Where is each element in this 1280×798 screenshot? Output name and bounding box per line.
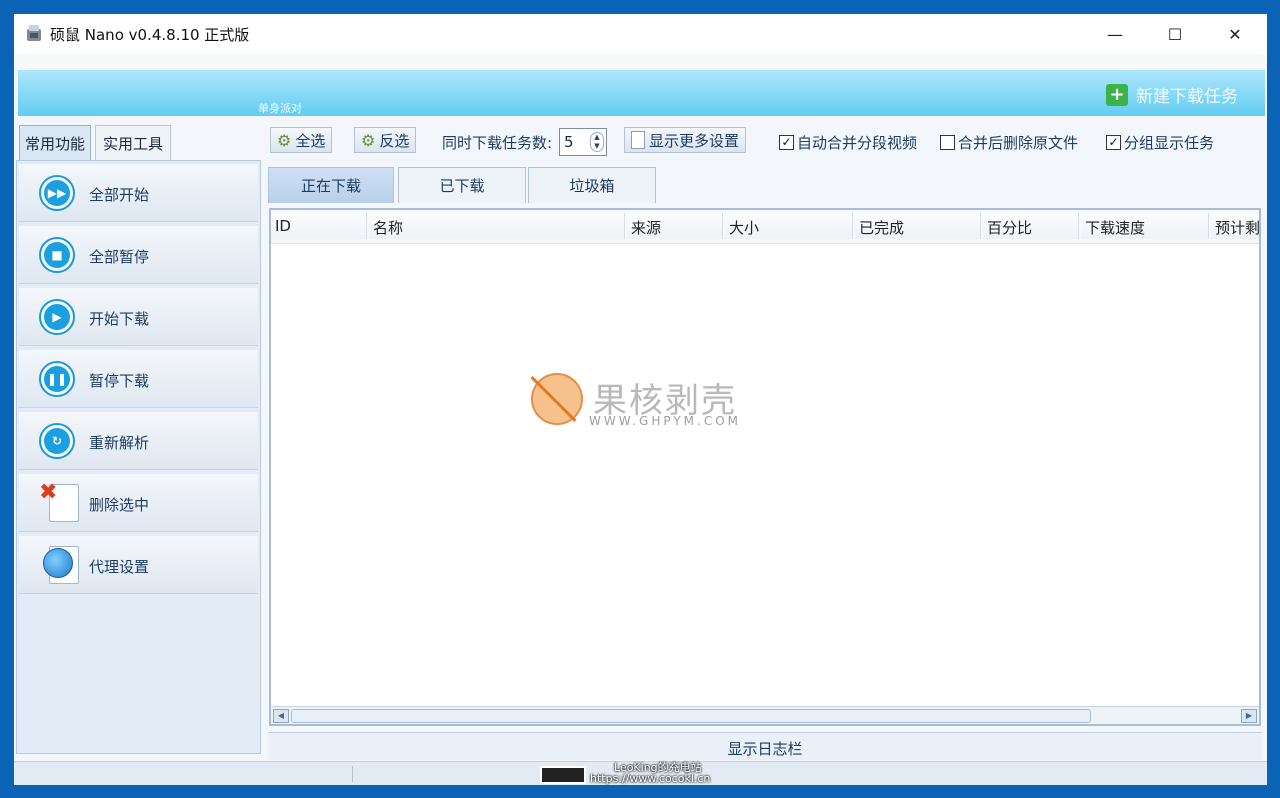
watermark-logo-icon bbox=[531, 373, 583, 425]
column-header-name[interactable]: 名称 bbox=[369, 213, 625, 239]
sidebar-item-label: 开始下载 bbox=[89, 310, 150, 328]
watermark-url: WWW.GHPYM.COM bbox=[589, 414, 742, 428]
concurrent-tasks-stepper[interactable]: 5 ▲ ▼ bbox=[559, 128, 607, 156]
sidebar-item-start-download[interactable]: ▶ 开始下载 bbox=[19, 288, 258, 346]
delete-after-merge-checkbox[interactable]: 合并后删除原文件 bbox=[940, 132, 1078, 153]
sidebar-item-label: 重新解析 bbox=[89, 434, 150, 452]
invert-select-button[interactable]: ⚙ 反选 bbox=[354, 127, 417, 153]
select-all-button[interactable]: ⚙ 全选 bbox=[270, 127, 333, 153]
checkbox-unchecked-icon bbox=[940, 135, 955, 150]
mouse-app-icon bbox=[27, 25, 41, 41]
menu-gap bbox=[14, 54, 1267, 68]
scrollbar-thumb[interactable] bbox=[291, 709, 1091, 723]
tab-downloading[interactable]: 正在下载 bbox=[268, 167, 394, 203]
tab-trash[interactable]: 垃圾箱 bbox=[528, 167, 656, 203]
group-tasks-label: 分组显示任务 bbox=[1124, 134, 1215, 152]
stop-icon: ■ bbox=[39, 237, 75, 273]
sidebar-item-pause-all[interactable]: ■ 全部暂停 bbox=[19, 226, 258, 284]
column-header-source[interactable]: 来源 bbox=[627, 213, 723, 239]
more-settings-button[interactable]: 显示更多设置 bbox=[624, 127, 747, 153]
horizontal-scrollbar[interactable]: ◀ ▶ bbox=[271, 706, 1259, 724]
tab-common-functions[interactable]: 常用功能 bbox=[19, 125, 91, 161]
banner-subtitle: 单身派对 bbox=[258, 102, 302, 115]
minimize-button[interactable]: — bbox=[1092, 14, 1138, 54]
sidebar-item-label: 代理设置 bbox=[89, 558, 150, 576]
sidebar-item-start-all[interactable]: ▶▶ 全部开始 bbox=[19, 164, 258, 222]
tab-utility-tools[interactable]: 实用工具 bbox=[95, 125, 171, 161]
window-title: 硕鼠 Nano v0.4.8.10 正式版 bbox=[50, 26, 250, 44]
sidebar: ▶▶ 全部开始 ■ 全部暂停 ▶ 开始下载 ❚❚ 暂停下载 ↻ 重新解析 ✖ 删… bbox=[16, 160, 261, 754]
select-all-label: 全选 bbox=[295, 131, 326, 150]
column-header-speed[interactable]: 下载速度 bbox=[1081, 213, 1209, 239]
source-watermark: LeoKing的充电站 https://www.cocokl.cn bbox=[540, 761, 780, 786]
sidebar-item-label: 全部暂停 bbox=[89, 248, 150, 266]
status-bar: LeoKing的充电站 https://www.cocokl.cn bbox=[14, 761, 1267, 785]
concurrent-tasks-label: 同时下载任务数: bbox=[442, 134, 553, 152]
watermark-line-2: https://www.cocokl.cn bbox=[590, 772, 711, 785]
gear-icon: ⚙ bbox=[361, 130, 376, 150]
checkbox-checked-icon: ✓ bbox=[779, 135, 794, 150]
show-log-bar[interactable]: 显示日志栏 bbox=[268, 732, 1262, 760]
globe-icon bbox=[43, 548, 73, 578]
fast-forward-icon: ▶▶ bbox=[39, 175, 75, 211]
column-header-id[interactable]: ID bbox=[271, 213, 367, 239]
download-table: ID 名称 来源 大小 已完成 百分比 下载速度 预计剩 果核剥壳 WWW.GH… bbox=[269, 208, 1261, 726]
tab-downloaded[interactable]: 已下载 bbox=[398, 167, 526, 203]
new-download-task-button[interactable]: + 新建下载任务 bbox=[1106, 82, 1238, 107]
column-header-eta[interactable]: 预计剩 bbox=[1211, 213, 1259, 239]
column-header-completed[interactable]: 已完成 bbox=[855, 213, 981, 239]
concurrent-tasks-value: 5 bbox=[564, 133, 574, 151]
play-icon: ▶ bbox=[39, 299, 75, 335]
refresh-icon: ↻ bbox=[39, 423, 75, 459]
settings-document-icon bbox=[631, 131, 645, 149]
spin-arrows-icon[interactable]: ▲ ▼ bbox=[590, 132, 604, 152]
title-bar: 硕鼠 Nano v0.4.8.10 正式版 — ☐ ✕ bbox=[14, 14, 1267, 54]
sidebar-item-delete-selected[interactable]: ✖ 删除选中 bbox=[19, 474, 258, 532]
pause-icon: ❚❚ bbox=[39, 361, 75, 397]
monitor-icon bbox=[540, 766, 586, 784]
banner: 单身派对 + 新建下载任务 bbox=[18, 70, 1265, 116]
delete-x-icon: ✖ bbox=[39, 480, 58, 505]
auto-merge-checkbox[interactable]: ✓ 自动合并分段视频 bbox=[779, 132, 917, 153]
auto-merge-label: 自动合并分段视频 bbox=[797, 134, 918, 152]
group-tasks-checkbox[interactable]: ✓ 分组显示任务 bbox=[1106, 132, 1214, 153]
status-separator bbox=[352, 766, 353, 782]
sidebar-item-reparse[interactable]: ↻ 重新解析 bbox=[19, 412, 258, 470]
gear-icon: ⚙ bbox=[277, 130, 292, 150]
sidebar-item-proxy-settings[interactable]: 代理设置 bbox=[19, 536, 258, 594]
column-header-size[interactable]: 大小 bbox=[725, 213, 853, 239]
sidebar-item-label: 暂停下载 bbox=[89, 372, 150, 390]
maximize-button[interactable]: ☐ bbox=[1152, 14, 1198, 54]
table-header: ID 名称 来源 大小 已完成 百分比 下载速度 预计剩 bbox=[271, 210, 1259, 244]
scroll-right-icon[interactable]: ▶ bbox=[1241, 709, 1257, 723]
new-task-label: 新建下载任务 bbox=[1136, 87, 1238, 107]
delete-after-merge-label: 合并后删除原文件 bbox=[958, 134, 1079, 152]
invert-select-label: 反选 bbox=[379, 131, 410, 150]
close-button[interactable]: ✕ bbox=[1212, 14, 1258, 54]
scroll-left-icon[interactable]: ◀ bbox=[273, 709, 289, 723]
app-window: 硕鼠 Nano v0.4.8.10 正式版 — ☐ ✕ 单身派对 + 新建下载任… bbox=[14, 14, 1267, 785]
checkbox-checked-icon: ✓ bbox=[1106, 135, 1121, 150]
plus-icon: + bbox=[1106, 83, 1128, 106]
more-settings-label: 显示更多设置 bbox=[649, 131, 740, 150]
sidebar-item-pause-download[interactable]: ❚❚ 暂停下载 bbox=[19, 350, 258, 408]
column-header-percent[interactable]: 百分比 bbox=[983, 213, 1079, 239]
sidebar-item-label: 全部开始 bbox=[89, 186, 150, 204]
sidebar-item-label: 删除选中 bbox=[89, 496, 150, 514]
